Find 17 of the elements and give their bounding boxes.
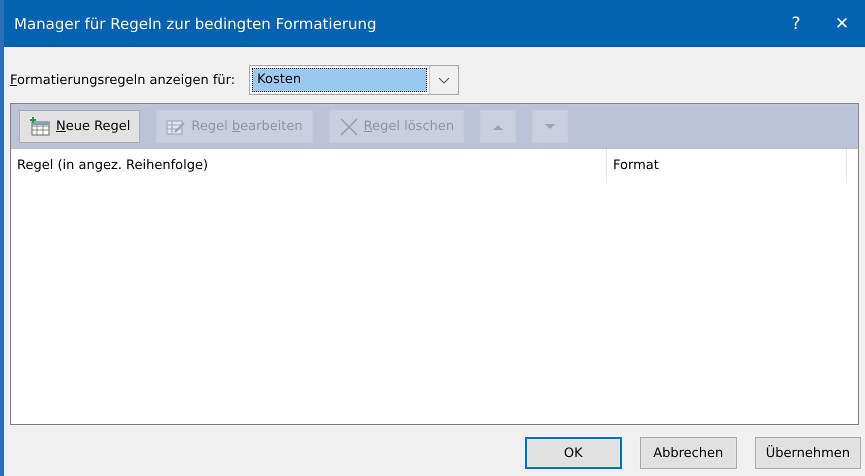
up-arrow-icon xyxy=(492,122,504,130)
caret-icon xyxy=(438,76,450,84)
window-title: Manager für Regeln zur bedingten Formatierung xyxy=(14,14,378,32)
new-table-icon xyxy=(29,116,51,136)
cancel-button[interactable]: Abbrechen xyxy=(640,437,737,469)
column-header[interactable]: Regel (in angez. Reihenfolge) xyxy=(11,149,607,182)
column-header[interactable]: Format xyxy=(607,149,847,182)
help-button[interactable]: ? xyxy=(773,0,819,47)
delete-icon xyxy=(338,118,359,136)
scope-dropdown[interactable]: Kosten xyxy=(249,65,460,95)
edit-table-icon xyxy=(166,118,186,136)
new-rule-button[interactable]: Neue Regel xyxy=(19,110,140,143)
ok-button[interactable]: OK xyxy=(524,437,622,469)
close-button[interactable]: ✕ xyxy=(819,0,865,47)
apply-button[interactable]: Übernehmen xyxy=(754,437,861,469)
down-arrow-icon xyxy=(544,122,556,130)
scope-label: Formatierungsregeln anzeigen für: xyxy=(10,72,236,88)
